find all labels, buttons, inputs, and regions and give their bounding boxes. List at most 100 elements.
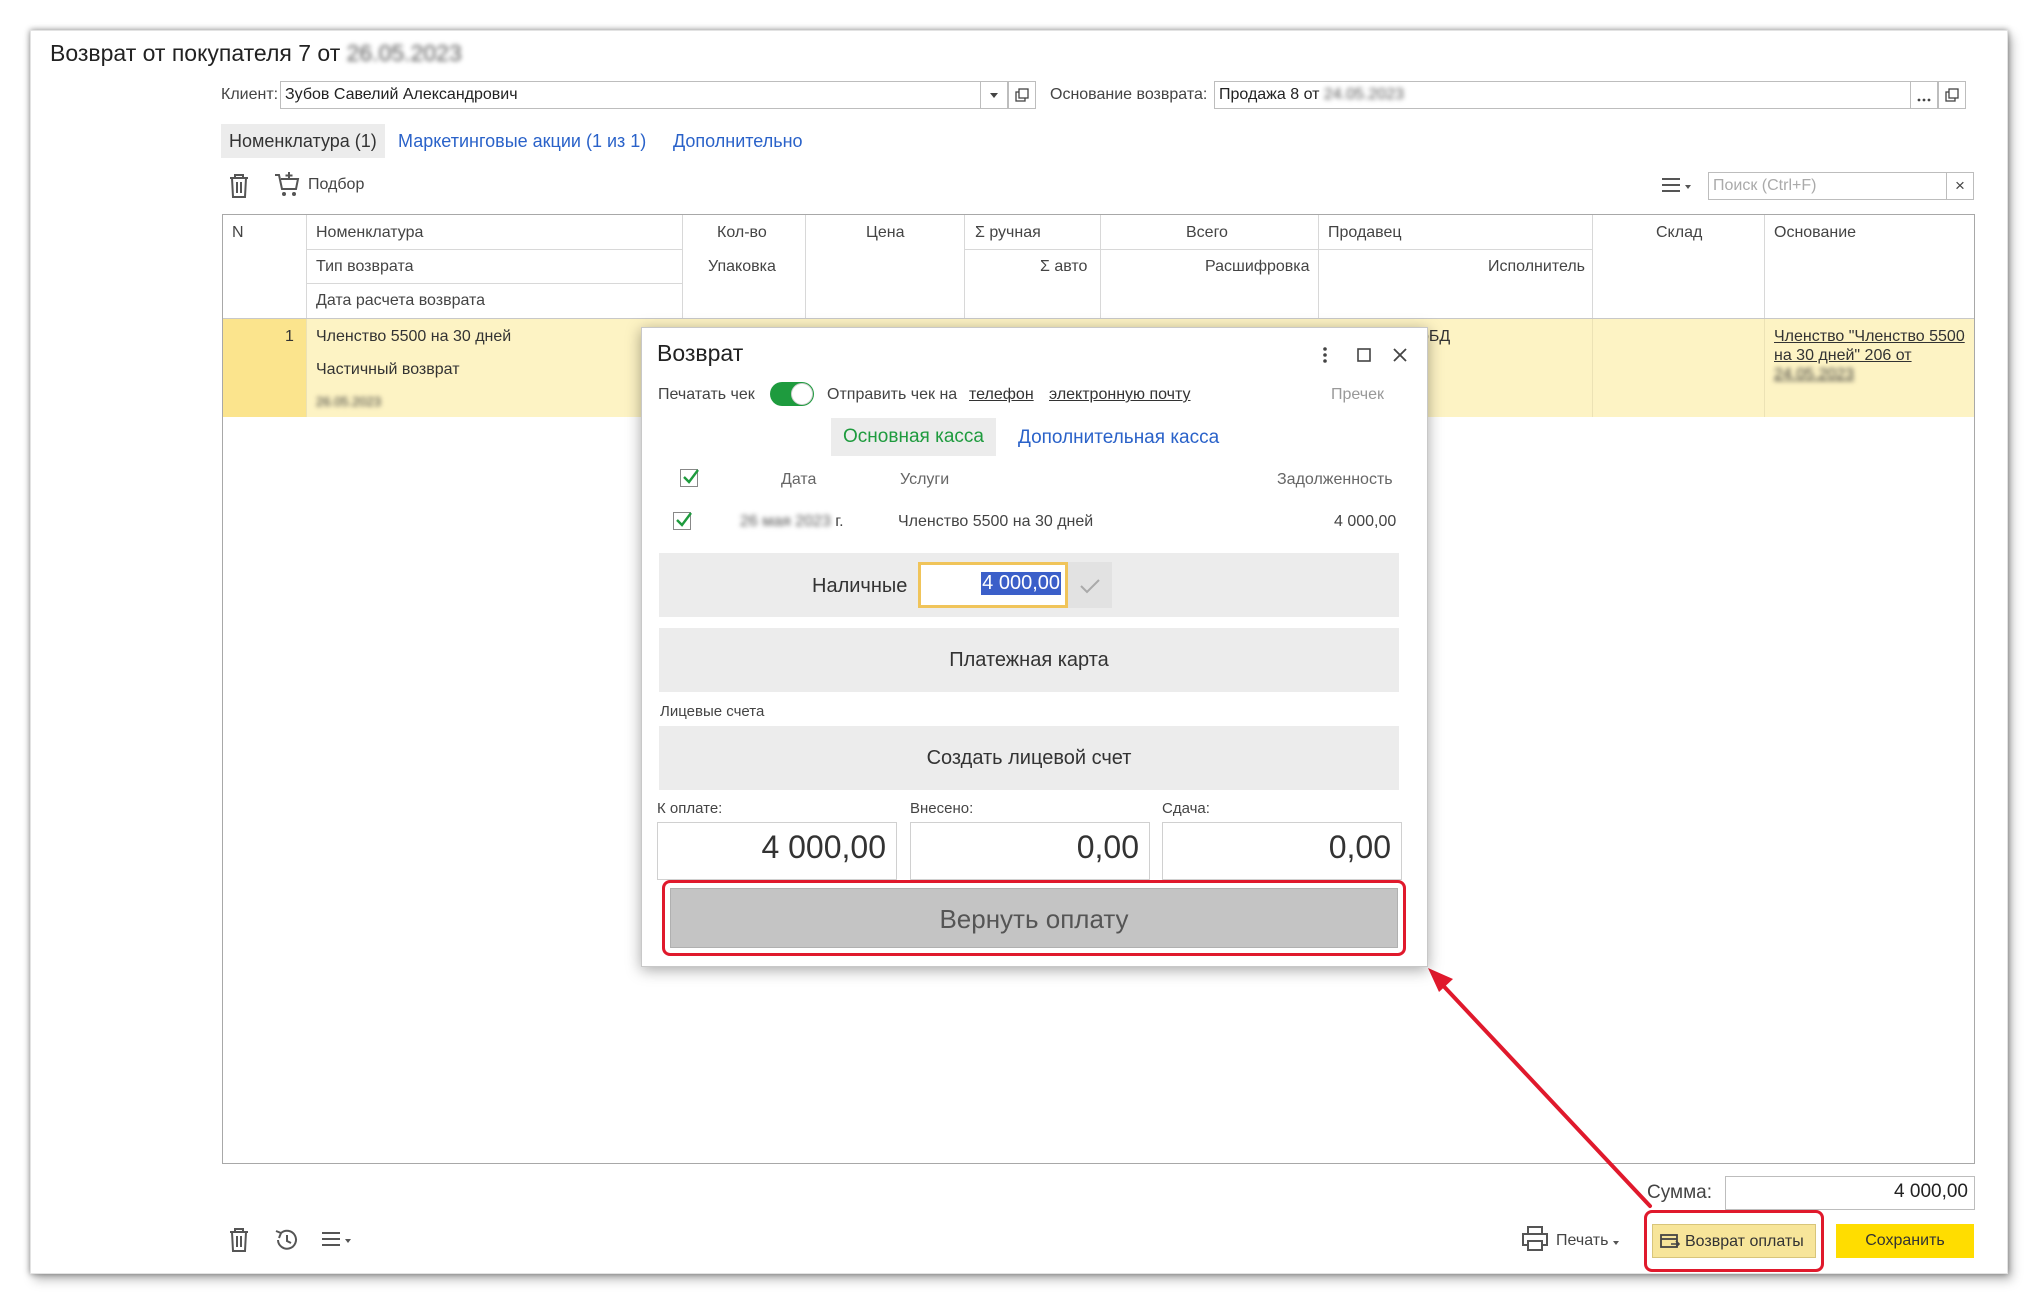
more-vertical-icon: [1323, 347, 1327, 363]
col-header-return-date[interactable]: Дата расчета возврата: [316, 292, 485, 310]
paid-field: 0,00: [910, 822, 1150, 880]
row-date[interactable]: 26.05.2023: [316, 394, 381, 409]
trash-icon: [230, 1228, 248, 1252]
send-phone-link[interactable]: телефон: [969, 386, 1034, 404]
search-input[interactable]: Поиск (Ctrl+F): [1708, 172, 1948, 200]
basis-date: 24.05.2023: [1323, 86, 1404, 103]
search-clear-button[interactable]: ×: [1946, 172, 1974, 200]
tab-nomenclature[interactable]: Номенклатура (1): [221, 124, 385, 158]
history-button[interactable]: [272, 1226, 302, 1254]
tab-marketing[interactable]: Маркетинговые акции (1 из 1): [398, 124, 646, 158]
save-button[interactable]: Сохранить: [1836, 1224, 1974, 1258]
col-header-qty[interactable]: Кол-во: [717, 224, 767, 242]
col-header-return-type[interactable]: Тип возврата: [316, 258, 413, 276]
col-header-executor[interactable]: Исполнитель: [1488, 258, 1585, 276]
page-title: Возврат от покупателя 7 от 26.05.2023: [50, 40, 462, 67]
client-open-button[interactable]: [1008, 81, 1036, 109]
title-date: 26.05.2023: [346, 40, 462, 66]
col-header-nomenclature[interactable]: Номенклатура: [316, 224, 423, 242]
service-row-checkbox[interactable]: [673, 512, 692, 530]
dialog-more-button[interactable]: [1318, 344, 1332, 366]
cash-confirm-button[interactable]: [1068, 562, 1112, 608]
col-header-basis[interactable]: Основание: [1774, 224, 1856, 242]
service-row-date: 26 мая 2023 г.: [740, 513, 844, 531]
precheck-button[interactable]: Пречек: [1331, 386, 1384, 404]
basis-select-button[interactable]: [1910, 81, 1938, 109]
toggle-knob: [791, 383, 813, 405]
col-header-total[interactable]: Всего: [1186, 224, 1228, 242]
cash-amount-input[interactable]: 4 000,00: [918, 562, 1068, 608]
service-date-suffix: г.: [835, 513, 844, 530]
close-icon: [1393, 348, 1407, 362]
col-header-pack[interactable]: Упаковка: [708, 258, 776, 276]
dialog-title: Возврат: [657, 340, 744, 366]
row-n: 1: [285, 328, 294, 345]
service-row-debt: 4 000,00: [1334, 513, 1397, 530]
cash-amount-value: 4 000,00: [981, 572, 1061, 595]
col-header-warehouse[interactable]: Склад: [1656, 224, 1702, 242]
col-debt-header: Задолженность: [1277, 471, 1393, 488]
dialog-maximize-button[interactable]: [1354, 345, 1374, 365]
sum-field: 4 000,00: [1725, 1176, 1975, 1210]
cash-label: Наличные: [812, 575, 908, 597]
basis-value: Продажа 8 от: [1219, 86, 1320, 103]
print-check-label: Печатать чек: [658, 386, 755, 403]
col-services-header: Услуги: [900, 471, 950, 488]
trash-icon: [230, 174, 248, 198]
pick-label: Подбор: [308, 176, 365, 193]
title-text: Возврат от покупателя 7 от: [50, 40, 341, 66]
col-header-seller[interactable]: Продавец: [1328, 224, 1402, 242]
col-date-header: Дата: [781, 471, 817, 488]
create-account-button[interactable]: Создать лицевой счет: [659, 726, 1399, 790]
col-header-price[interactable]: Цена: [866, 224, 904, 242]
basis-open-button[interactable]: [1938, 81, 1966, 109]
col-header-manual-sum[interactable]: Σ ручная: [975, 224, 1041, 242]
footer-menu-button[interactable]: [320, 1228, 356, 1252]
open-window-icon: [1015, 88, 1029, 102]
dropdown-arrow-icon: [990, 93, 998, 98]
cart-icon: [275, 172, 300, 196]
row-return-type[interactable]: Частичный возврат: [316, 361, 460, 379]
print-check-toggle[interactable]: [770, 382, 814, 406]
to-pay-field: 4 000,00: [657, 822, 897, 880]
tab-main-register[interactable]: Основная касса: [831, 418, 996, 456]
paid-label: Внесено:: [910, 800, 974, 817]
client-label: Клиент:: [221, 86, 279, 103]
col-header-breakdown[interactable]: Расшифровка: [1205, 258, 1310, 276]
ellipsis-icon: [1917, 98, 1931, 102]
tab-extra-register[interactable]: Дополнительная касса: [1018, 427, 1219, 449]
service-date-value: 26 мая 2023: [740, 513, 831, 530]
basis-field[interactable]: Продажа 8 от 24.05.2023: [1214, 81, 1912, 109]
col-header-n[interactable]: N: [232, 224, 244, 242]
menu-icon: [322, 1232, 351, 1246]
footer-delete-button[interactable]: [226, 1226, 252, 1254]
open-window-icon: [1945, 88, 1959, 102]
dialog-close-button[interactable]: [1390, 345, 1410, 365]
accounts-label: Лицевые счета: [660, 703, 765, 720]
annotation-arrow: [1428, 968, 1652, 1208]
tab-additional[interactable]: Дополнительно: [673, 124, 803, 158]
send-check-label: Отправить чек на: [827, 386, 958, 403]
row-nomenclature[interactable]: Членство 5500 на 30 дней: [316, 328, 511, 346]
send-email-link[interactable]: электронную почту: [1049, 386, 1191, 404]
basis-label: Основание возврата:: [1050, 86, 1208, 103]
to-pay-label: К оплате:: [657, 800, 723, 817]
maximize-icon: [1357, 348, 1371, 362]
checkmark-icon: [1080, 579, 1100, 594]
card-payment-button[interactable]: Платежная карта: [659, 628, 1399, 692]
client-dropdown-button[interactable]: [980, 81, 1008, 109]
return-payment-button[interactable]: Вернуть оплату: [670, 888, 1398, 948]
checkmark-icon: [676, 512, 692, 527]
client-field[interactable]: Зубов Савелий Александрович: [280, 81, 982, 109]
col-header-auto-sum[interactable]: Σ авто: [1040, 258, 1087, 276]
change-field: 0,00: [1162, 822, 1402, 880]
history-icon: [275, 1229, 297, 1250]
more-actions-button[interactable]: [1660, 174, 1696, 198]
row-basis-line2[interactable]: на 30 дней" 206 от: [1774, 347, 1912, 365]
service-row-name: Членство 5500 на 30 дней: [898, 513, 1094, 530]
row-basis-date[interactable]: 24.05.2023: [1774, 366, 1854, 384]
checkmark-icon: [683, 469, 699, 484]
delete-row-button[interactable]: [226, 172, 252, 200]
select-all-checkbox[interactable]: [680, 469, 699, 487]
row-basis-line1[interactable]: Членство "Членство 5500: [1774, 328, 1965, 346]
